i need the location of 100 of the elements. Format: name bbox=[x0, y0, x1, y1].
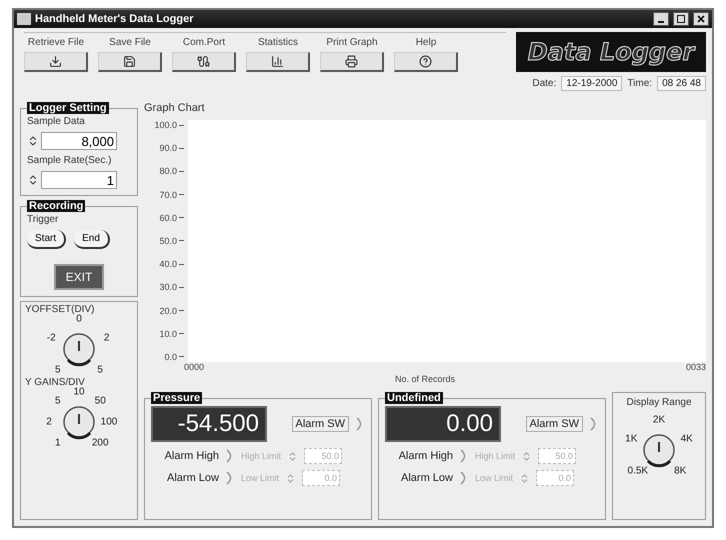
trigger-label: Trigger bbox=[27, 214, 60, 225]
range-title: Display Range bbox=[626, 397, 692, 408]
maximize-button[interactable] bbox=[673, 12, 689, 26]
toolbar-label: Help bbox=[416, 37, 436, 48]
knob-title: Y GAINS/DIV bbox=[25, 377, 86, 388]
group-title: Logger Setting bbox=[27, 102, 109, 114]
app-icon bbox=[17, 13, 31, 25]
field-label: Sample Rate(Sec.) bbox=[27, 155, 112, 166]
window-title: Handheld Meter's Data Logger bbox=[35, 13, 194, 25]
spinner-icon[interactable] bbox=[27, 174, 39, 186]
tick-mark bbox=[179, 170, 184, 172]
dial-label: 200 bbox=[92, 438, 109, 449]
axis-tick-label: 70.0 bbox=[159, 190, 177, 200]
toolbar-label: Save File bbox=[109, 37, 151, 48]
graph-title: Graph Chart bbox=[144, 102, 205, 114]
limit-label: Low Limit bbox=[475, 473, 514, 483]
toolbar-button[interactable] bbox=[320, 52, 384, 72]
time-field: 08 26 48 bbox=[657, 76, 706, 91]
toolbar-label: Statistics bbox=[258, 37, 298, 48]
dial-label: 2K bbox=[652, 414, 666, 426]
axis-tick-label: 0.0 bbox=[164, 352, 177, 362]
dial-label: 2 bbox=[46, 416, 52, 428]
toolbar-button[interactable] bbox=[246, 52, 310, 72]
toolbar-label: Print Graph bbox=[326, 37, 378, 48]
tick-mark bbox=[179, 240, 184, 242]
tick-mark bbox=[179, 356, 184, 358]
group-title: Undefined bbox=[385, 392, 443, 404]
limit-label: High Limit bbox=[241, 451, 282, 461]
alarm-label: Alarm High bbox=[164, 450, 219, 462]
toolbar-button[interactable] bbox=[98, 52, 162, 72]
axis-tick-label: 100.0 bbox=[154, 120, 177, 130]
date-field: 12-19-2000 bbox=[561, 76, 622, 91]
dial-label: 0.5K bbox=[628, 466, 648, 477]
close-icon bbox=[697, 15, 705, 23]
dial-label: 1 bbox=[55, 438, 61, 449]
group-title: Recording bbox=[27, 200, 86, 212]
limit-label: High Limit bbox=[475, 451, 516, 461]
dial-label: 100 bbox=[100, 416, 118, 428]
spinner-icon[interactable] bbox=[27, 135, 39, 147]
time-label: Time: bbox=[627, 78, 652, 89]
tick-mark bbox=[179, 194, 184, 196]
field-label: Sample Data bbox=[27, 116, 86, 127]
dial-label: 4K bbox=[680, 433, 693, 444]
maximize-icon bbox=[677, 15, 685, 23]
axis-tick-label: 60.0 bbox=[159, 212, 177, 223]
group-title: Pressure bbox=[151, 392, 202, 404]
axis-tick-label: 80.0 bbox=[159, 166, 177, 176]
switch-label: Alarm SW bbox=[526, 416, 583, 432]
dial-label: 1K bbox=[625, 433, 638, 444]
exit-button[interactable]: EXIT bbox=[54, 264, 104, 290]
digital-readout: 0.00 bbox=[385, 406, 501, 442]
toolbar-button[interactable] bbox=[394, 52, 458, 72]
toolbar-button[interactable] bbox=[24, 52, 88, 72]
axis-title: No. of Records bbox=[394, 374, 456, 384]
number-field[interactable]: 8,000 bbox=[41, 132, 117, 150]
dial-label: 0 bbox=[76, 314, 82, 324]
alarm-label: Alarm Low bbox=[166, 472, 219, 484]
tick-mark bbox=[179, 148, 184, 149]
date-label: Date: bbox=[532, 78, 556, 89]
tick-mark bbox=[179, 217, 184, 218]
app-logo: Data Logger bbox=[516, 32, 706, 72]
toolbar-label: Retrieve File bbox=[28, 37, 84, 48]
dial-label: 5 bbox=[97, 364, 103, 376]
close-button[interactable] bbox=[693, 12, 709, 26]
cable-icon bbox=[197, 55, 210, 68]
dial-label: 10 bbox=[73, 386, 85, 398]
help-icon bbox=[419, 55, 432, 68]
toolbar-label: Com.Port bbox=[182, 37, 226, 48]
axis-tick-label: 0000 bbox=[184, 362, 204, 372]
number-field[interactable]: 1 bbox=[41, 171, 117, 189]
switch-label: Alarm SW bbox=[292, 416, 349, 432]
download-icon bbox=[49, 55, 62, 68]
dial-label: -2 bbox=[46, 332, 56, 344]
axis-tick-label: 10.0 bbox=[159, 328, 177, 339]
alarm-label: Alarm High bbox=[398, 450, 453, 462]
axis-tick-label: 0033 bbox=[686, 362, 706, 372]
dial-label: 2 bbox=[104, 332, 110, 344]
limit-label: Low Limit bbox=[241, 473, 280, 483]
tick-mark bbox=[179, 333, 184, 334]
tick-mark bbox=[179, 264, 184, 265]
dial-label: 5 bbox=[55, 395, 61, 406]
tick-mark bbox=[179, 124, 184, 126]
chart-icon bbox=[271, 55, 284, 68]
tick-mark bbox=[179, 310, 184, 311]
dial-label: 50 bbox=[94, 395, 106, 406]
trigger-button[interactable]: End bbox=[74, 230, 110, 249]
axis-tick-label: 50.0 bbox=[159, 236, 177, 246]
trigger-button[interactable]: Start bbox=[27, 230, 66, 249]
toolbar-button[interactable] bbox=[172, 52, 236, 72]
minimize-button[interactable] bbox=[653, 12, 669, 26]
alarm-label: Alarm Low bbox=[400, 472, 453, 484]
axis-tick-label: 20.0 bbox=[159, 306, 177, 316]
dial-label: 8K bbox=[674, 466, 686, 477]
tick-mark bbox=[179, 286, 184, 288]
knob-title: YOFFSET(DIV) bbox=[25, 304, 96, 315]
axis-tick-label: 40.0 bbox=[159, 259, 177, 270]
axis-tick-label: 30.0 bbox=[159, 282, 177, 292]
digital-readout: -54.500 bbox=[151, 406, 267, 442]
printer-icon bbox=[345, 55, 358, 68]
dial-label: 5 bbox=[55, 364, 61, 376]
